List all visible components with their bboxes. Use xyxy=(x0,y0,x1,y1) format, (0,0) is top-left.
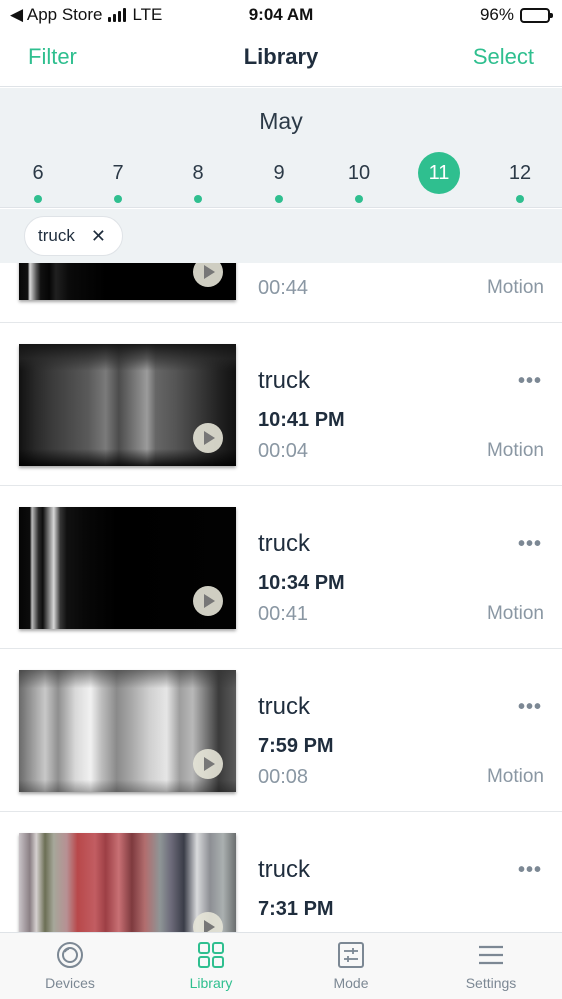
clip-label: truck xyxy=(258,530,311,557)
list-item[interactable]: 00:44 Motion xyxy=(0,263,562,323)
list-item[interactable]: truck ••• 10:34 PM 00:41 Motion xyxy=(0,486,562,649)
menu-icon xyxy=(479,945,503,965)
nav-bar: Filter Library Select xyxy=(0,30,562,87)
tab-label: Mode xyxy=(333,975,369,991)
filter-chip-truck[interactable]: truck ✕ xyxy=(24,216,123,256)
status-right: 96% xyxy=(479,5,553,25)
day-number: 8 xyxy=(192,162,204,184)
tab-label: Library xyxy=(189,975,233,991)
select-button[interactable]: Select xyxy=(473,44,534,70)
day-10[interactable]: 10 xyxy=(337,152,381,203)
more-options-icon[interactable]: ••• xyxy=(518,370,542,393)
video-thumbnail[interactable] xyxy=(19,344,236,466)
play-icon[interactable] xyxy=(193,912,223,933)
play-icon[interactable] xyxy=(193,263,223,287)
clip-duration: 00:04 xyxy=(258,440,309,462)
chip-label: truck xyxy=(38,226,75,245)
day-11-selected[interactable]: 11 xyxy=(417,152,461,194)
recording-list[interactable]: 00:44 Motion truck ••• 10:41 PM 00:04 Mo… xyxy=(0,263,562,933)
status-bar: ◀ App Store LTE 9:04 AM 96% xyxy=(0,0,562,30)
day-12[interactable]: 12 xyxy=(498,152,542,203)
more-options-icon[interactable]: ••• xyxy=(518,859,542,882)
tab-library[interactable]: Library xyxy=(151,941,271,991)
more-options-icon[interactable]: ••• xyxy=(518,696,542,719)
tab-mode[interactable]: Mode xyxy=(291,941,411,991)
clip-time: 10:34 PM xyxy=(258,572,345,594)
clip-duration: 00:41 xyxy=(258,603,309,625)
list-item[interactable]: truck ••• 7:31 PM xyxy=(0,812,562,933)
close-icon[interactable]: ✕ xyxy=(91,226,106,247)
list-item[interactable]: truck ••• 10:41 PM 00:04 Motion xyxy=(0,323,562,486)
event-dot-icon xyxy=(275,195,283,203)
day-8[interactable]: 8 xyxy=(176,152,220,203)
day-number: 11 xyxy=(418,152,460,194)
event-dot-icon xyxy=(114,195,122,203)
event-dot-icon xyxy=(516,195,524,203)
battery-icon xyxy=(520,7,553,23)
video-thumbnail[interactable] xyxy=(19,670,236,792)
tab-settings[interactable]: Settings xyxy=(431,941,551,991)
list-item[interactable]: truck ••• 7:59 PM 00:08 Motion xyxy=(0,649,562,812)
play-icon[interactable] xyxy=(193,749,223,779)
play-icon[interactable] xyxy=(193,586,223,616)
clip-time: 7:59 PM xyxy=(258,735,334,757)
clip-label: truck xyxy=(258,367,311,394)
clip-duration: 00:44 xyxy=(258,277,309,299)
day-number: 10 xyxy=(347,162,371,184)
clip-label: truck xyxy=(258,856,311,883)
clip-time: 10:41 PM xyxy=(258,409,345,431)
tab-bar: Devices Library Mode Settings xyxy=(0,932,562,999)
video-thumbnail[interactable] xyxy=(19,507,236,629)
event-dot-icon xyxy=(194,195,202,203)
day-number: 12 xyxy=(508,162,532,184)
grid-icon xyxy=(198,942,224,968)
more-options-icon[interactable]: ••• xyxy=(518,533,542,556)
battery-percent: 96% xyxy=(479,5,514,24)
tab-label: Settings xyxy=(465,975,517,991)
clip-time: 7:31 PM xyxy=(258,898,334,920)
filter-chips: truck ✕ xyxy=(0,209,562,263)
day-9[interactable]: 9 xyxy=(257,152,301,203)
clock: 9:04 AM xyxy=(248,5,314,24)
clip-type: Motion xyxy=(486,277,544,298)
day-number: 9 xyxy=(273,162,285,184)
devices-icon xyxy=(57,942,83,968)
day-7[interactable]: 7 xyxy=(96,152,140,203)
event-dot-icon xyxy=(34,195,42,203)
video-thumbnail[interactable] xyxy=(19,833,236,933)
tab-devices[interactable]: Devices xyxy=(10,941,130,991)
clip-type: Motion xyxy=(486,766,544,787)
clip-type: Motion xyxy=(486,440,544,461)
day-6[interactable]: 6 xyxy=(16,152,60,203)
tab-label: Devices xyxy=(45,975,95,991)
event-dot-icon xyxy=(355,195,363,203)
month-label: May xyxy=(259,108,303,134)
clip-duration: 00:08 xyxy=(258,766,309,788)
play-icon[interactable] xyxy=(193,423,223,453)
video-thumbnail[interactable] xyxy=(19,263,236,300)
date-strip: May 6 7 8 9 10 11 12 xyxy=(0,88,562,208)
clip-label: truck xyxy=(258,693,311,720)
day-number: 6 xyxy=(32,162,44,184)
clip-type: Motion xyxy=(486,603,544,624)
day-number: 7 xyxy=(112,162,124,184)
sliders-icon xyxy=(338,942,364,968)
